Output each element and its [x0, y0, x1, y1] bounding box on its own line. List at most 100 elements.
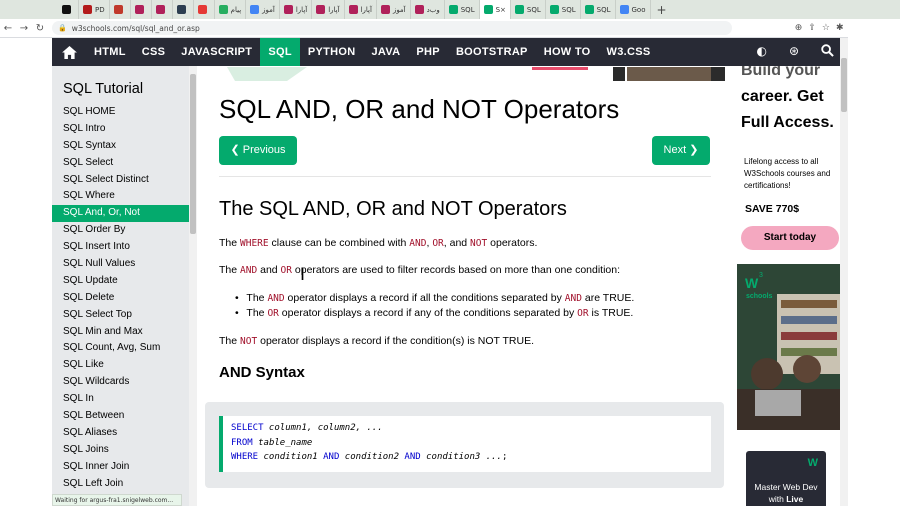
main-content: SQL AND, OR and NOT Operators ❮ Previous…	[197, 66, 737, 506]
sidebar-item[interactable]: SQL In	[52, 391, 189, 408]
back-icon[interactable]: ←	[0, 23, 16, 34]
browser-tab[interactable]	[173, 0, 194, 19]
browser-tab[interactable]	[194, 0, 215, 19]
ad-body: Lifelong access to all W3Schools courses…	[744, 157, 831, 190]
tab-favicon-icon	[176, 5, 186, 14]
sidebar-list: SQL HOME SQL Intro SQL Syntax SQL Select SQL…	[52, 104, 189, 492]
browser-tab[interactable]: SQL	[581, 0, 616, 19]
sidebar-item[interactable]: SQL HOME	[52, 104, 189, 121]
reload-icon[interactable]: ↻	[32, 23, 48, 34]
extensions-icon[interactable]: ✱	[836, 23, 844, 33]
sidebar-item[interactable]: SQL Min and Max	[52, 324, 189, 341]
nav-icons: ◐ ⊛	[756, 44, 848, 60]
sidebar-item[interactable]: SQL Select Distinct	[52, 172, 189, 189]
sidebar-item[interactable]: SQL Left Join	[52, 476, 189, 493]
zoom-icon[interactable]: ⊕	[795, 23, 803, 33]
tab-favicon-icon	[250, 5, 260, 14]
sidebar-scrollbar-thumb[interactable]	[190, 74, 196, 234]
advertisement[interactable]: Build your career. Get Full Access. Life…	[737, 66, 840, 506]
previous-button[interactable]: ❮ Previous	[219, 136, 297, 165]
nav-item-bootstrap[interactable]: BOOTSTRAP	[448, 38, 536, 66]
nav-item-css[interactable]: CSS	[134, 38, 174, 66]
sidebar-item[interactable]: SQL Select Top	[52, 307, 189, 324]
tab-favicon-icon	[549, 5, 559, 14]
text: The	[219, 264, 241, 276]
tab-label: آموز	[392, 5, 406, 14]
browser-tab[interactable]: آپارا	[280, 0, 313, 19]
sidebar-item[interactable]: SQL Null Values	[52, 256, 189, 273]
sidebar-item[interactable]: SQL Delete	[52, 290, 189, 307]
sidebar-item[interactable]: SQL Where	[52, 188, 189, 205]
ad-bottom-banner[interactable]: W Master Web Dev with Live	[746, 451, 826, 506]
home-icon[interactable]	[52, 38, 86, 66]
sidebar-item[interactable]: SQL And, Or, Not	[52, 205, 189, 223]
keyword: AND	[409, 238, 427, 249]
new-tab-button[interactable]: +	[651, 3, 673, 17]
nav-item-html[interactable]: HTML	[86, 38, 134, 66]
nav-item-php[interactable]: PHP	[408, 38, 448, 66]
nav-item-how-to[interactable]: HOW TO	[536, 38, 599, 66]
sidebar-item[interactable]: SQL Wildcards	[52, 374, 189, 391]
text: operators.	[487, 237, 538, 249]
browser-tab[interactable]: PD	[79, 0, 110, 19]
nav-item-java[interactable]: JAVA	[363, 38, 408, 66]
nav-item-w3-css[interactable]: W3.CSS	[599, 38, 659, 66]
browser-tab[interactable]: SQL	[546, 0, 581, 19]
keyword: NOT	[240, 336, 258, 347]
tab-favicon-icon	[283, 5, 293, 14]
sidebar-item[interactable]: SQL Like	[52, 357, 189, 374]
browser-tab[interactable]	[152, 0, 173, 19]
sidebar-item[interactable]: SQL Inner Join	[52, 459, 189, 476]
sidebar-item[interactable]: SQL Count, Avg, Sum	[52, 340, 189, 357]
dark-mode-icon[interactable]: ◐	[756, 44, 766, 60]
bullet-or: The OR operator displays a record if any…	[235, 307, 633, 319]
nav-item-python[interactable]: PYTHON	[300, 38, 364, 66]
tab-favicon-icon	[316, 5, 326, 14]
sidebar-item[interactable]: SQL Intro	[52, 121, 189, 138]
browser-tab[interactable]: آموز	[377, 0, 411, 19]
url-field[interactable]: 🔒 w3schools.com/sql/sql_and_or.asp	[52, 21, 732, 35]
browser-tab[interactable]	[131, 0, 152, 19]
browser-tab[interactable]	[58, 0, 79, 19]
browser-tab[interactable]: آپارا	[312, 0, 345, 19]
tab-favicon-icon	[483, 5, 493, 14]
browser-tab[interactable]	[110, 0, 131, 19]
nav-item-javascript[interactable]: JAVASCRIPT	[173, 38, 260, 66]
browser-tab[interactable]: آپارا	[345, 0, 377, 19]
browser-tab[interactable]: پیام	[215, 0, 247, 19]
sidebar-item[interactable]: SQL Insert Into	[52, 239, 189, 256]
sidebar-item[interactable]: SQL Order By	[52, 222, 189, 239]
sidebar-item[interactable]: SQL Between	[52, 408, 189, 425]
browser-tab[interactable]: S ×	[479, 0, 511, 19]
sidebar-item[interactable]: SQL Joins	[52, 442, 189, 459]
sidebar-item[interactable]: SQL Syntax	[52, 138, 189, 155]
text: operator displays a record if any of the…	[278, 307, 578, 319]
browser-tab[interactable]: SQL	[511, 0, 546, 19]
share-icon[interactable]: ⇪	[808, 23, 816, 33]
tab-label: SQL	[526, 5, 541, 14]
keyword: OR	[577, 308, 589, 319]
tab-favicon-icon	[155, 5, 165, 14]
star-icon[interactable]: ☆	[822, 23, 830, 33]
sidebar-item[interactable]: SQL Update	[52, 273, 189, 290]
close-tab-icon[interactable]: ×	[500, 6, 506, 14]
browser-tab[interactable]: SQL	[445, 0, 480, 19]
browser-tab[interactable]: آموز	[246, 0, 280, 19]
sidebar-item[interactable]: SQL Aliases	[52, 425, 189, 442]
nav-item-sql[interactable]: SQL	[260, 38, 300, 66]
search-icon[interactable]	[821, 44, 834, 60]
globe-icon[interactable]: ⊛	[789, 44, 799, 60]
sidebar-item[interactable]: SQL Select	[52, 155, 189, 172]
tab-favicon-icon	[619, 5, 629, 14]
syntax-heading: AND Syntax	[219, 364, 305, 381]
ad-logo: schools	[746, 293, 773, 300]
forward-icon[interactable]: →	[16, 23, 32, 34]
sql-keyword: AND	[323, 452, 340, 462]
browser-tab[interactable]: وب‌د	[411, 0, 445, 19]
page-scrollbar-thumb[interactable]	[841, 58, 847, 112]
browser-tab[interactable]: Goo	[616, 0, 651, 19]
ad-headline-partial: Build your	[741, 66, 821, 79]
divider	[219, 176, 711, 177]
start-today-button[interactable]: Start today	[741, 226, 839, 250]
next-button[interactable]: Next ❯	[652, 136, 710, 165]
